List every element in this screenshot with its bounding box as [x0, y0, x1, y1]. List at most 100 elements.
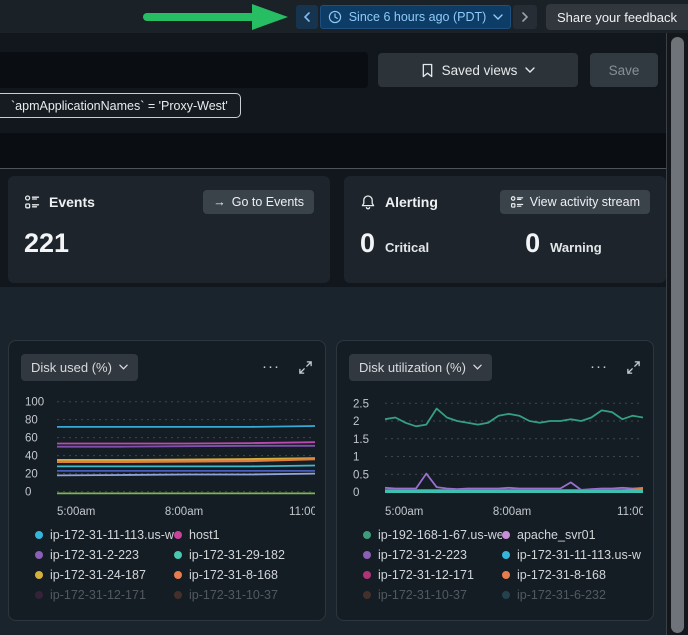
svg-text:0: 0 [353, 487, 359, 499]
svg-text:5:00am: 5:00am [57, 506, 95, 518]
legend-item[interactable]: ip-172-31-2-223 [363, 547, 502, 563]
save-button[interactable]: Save [590, 53, 658, 87]
view-activity-stream-button[interactable]: View activity stream [500, 190, 650, 214]
disk-utilization-chart[interactable]: 00.511.522.55:00am8:00am11:00am [349, 391, 643, 521]
clock-icon [328, 10, 342, 24]
svg-text:100: 100 [25, 397, 44, 409]
chart-line [385, 409, 643, 427]
saved-views-label: Saved views [442, 63, 518, 78]
time-picker-button[interactable]: Since 6 hours ago (PDT) [320, 5, 511, 29]
legend-item[interactable]: ip-172-31-12-171 [35, 587, 174, 603]
filter-pill-text: `apmApplicationNames` = 'Proxy-West' [11, 99, 228, 113]
top-bar: Since 6 hours ago (PDT) Share your feedb… [0, 0, 688, 33]
legend-item[interactable]: ip-172-31-29-182 [174, 547, 313, 563]
widget-options-button[interactable]: ··· [260, 362, 282, 372]
legend-item[interactable]: ip-172-31-11-113.us-we… [35, 527, 174, 543]
chevron-down-icon [525, 67, 535, 73]
disk-used-legend: ip-172-31-11-113.us-we… host1 ip-172-31-2-… [21, 527, 313, 603]
disk-used-chart[interactable]: 0204060801005:00am8:00am11:00am [21, 391, 315, 521]
svg-text:2.5: 2.5 [353, 398, 369, 410]
legend-color-dot [35, 531, 43, 539]
svg-text:5:00am: 5:00am [385, 506, 423, 518]
svg-text:2: 2 [353, 416, 359, 428]
legend-color-dot [35, 571, 43, 579]
legend-color-dot [174, 591, 182, 599]
legend-label: ip-172-31-24-187 [50, 568, 146, 582]
legend-label: ip-172-31-10-37 [378, 588, 467, 602]
vertical-scrollbar-track[interactable] [666, 33, 688, 635]
svg-text:40: 40 [25, 451, 38, 463]
filter-pill[interactable]: `apmApplicationNames` = 'Proxy-West' [0, 93, 241, 118]
svg-text:60: 60 [25, 433, 38, 445]
expand-icon[interactable] [626, 360, 641, 375]
legend-label: ip-192-168-1-67.us-we… [378, 528, 502, 542]
warning-count: 0 [525, 228, 540, 259]
svg-text:0: 0 [25, 487, 31, 499]
chevron-down-icon [119, 364, 128, 370]
critical-label: Critical [385, 240, 429, 255]
disk-utilization-metric-dropdown[interactable]: Disk utilization (%) [349, 354, 492, 381]
annotation-arrow-icon [140, 2, 290, 32]
bookmark-icon [421, 63, 434, 78]
legend-item[interactable]: ip-172-31-8-168 [502, 567, 641, 583]
legend-label: ip-172-31-12-171 [50, 588, 146, 602]
alerting-title: Alerting [385, 194, 438, 210]
disk-utilization-legend: ip-192-168-1-67.us-we…apache_svr01 ip-172… [349, 527, 641, 603]
chart-line [57, 466, 315, 467]
legend-label: ip-172-31-2-223 [378, 548, 467, 562]
legend-item[interactable]: host1 [174, 527, 313, 543]
legend-item[interactable]: ip-172-31-12-171 [363, 567, 502, 583]
arrow-right-icon: → [213, 195, 226, 209]
chart-line [57, 426, 315, 427]
dashboard-screen: Since 6 hours ago (PDT) Share your feedb… [0, 0, 688, 635]
legend-item[interactable]: ip-172-31-6-232 [502, 587, 641, 603]
legend-label: ip-172-31-8-168 [517, 568, 606, 582]
svg-text:11:00am: 11:00am [617, 506, 643, 518]
vertical-scrollbar-thumb[interactable] [671, 37, 684, 633]
expand-icon[interactable] [298, 360, 313, 375]
disk-used-widget: Disk used (%) ··· 0204060801005:00am8:00… [8, 340, 326, 621]
warning-label: Warning [550, 240, 602, 255]
legend-color-dot [363, 551, 371, 559]
disk-used-metric-dropdown[interactable]: Disk used (%) [21, 354, 138, 381]
legend-color-dot [174, 531, 182, 539]
go-to-events-button[interactable]: → Go to Events [203, 190, 314, 214]
svg-text:1: 1 [353, 452, 359, 464]
legend-label: ip-172-31-12-171 [378, 568, 474, 582]
legend-label: ip-172-31-11-113.us-we… [517, 548, 641, 562]
time-range-next-button[interactable] [513, 5, 537, 29]
time-range-previous-button[interactable] [296, 5, 318, 29]
legend-item[interactable]: apache_svr01 [502, 527, 641, 543]
legend-label: ip-172-31-11-113.us-we… [50, 528, 174, 542]
legend-item[interactable]: ip-172-31-2-223 [35, 547, 174, 563]
svg-text:0.5: 0.5 [353, 469, 369, 481]
widget-options-button[interactable]: ··· [588, 362, 610, 372]
saved-views-button[interactable]: Saved views [378, 53, 578, 87]
legend-item[interactable]: ip-172-31-11-113.us-we… [502, 547, 641, 563]
legend-label: host1 [189, 528, 220, 542]
critical-count: 0 [360, 228, 375, 259]
legend-color-dot [363, 591, 371, 599]
legend-item[interactable]: ip-172-31-10-37 [363, 587, 502, 603]
legend-item[interactable]: ip-172-31-8-168 [174, 567, 313, 583]
legend-label: ip-172-31-2-223 [50, 548, 139, 562]
events-title: Events [49, 194, 95, 210]
legend-item[interactable]: ip-192-168-1-67.us-we… [363, 527, 502, 543]
svg-text:8:00am: 8:00am [165, 506, 203, 518]
legend-label: ip-172-31-10-37 [189, 588, 278, 602]
legend-item[interactable]: ip-172-31-10-37 [174, 587, 313, 603]
activity-stream-icon [24, 194, 40, 210]
chart-line [385, 474, 643, 490]
chevron-down-icon [493, 14, 503, 20]
legend-color-dot [363, 531, 371, 539]
legend-color-dot [502, 551, 510, 559]
critical-metric: 0 Critical [360, 228, 429, 259]
svg-text:11:00am: 11:00am [289, 506, 315, 518]
query-search-input[interactable] [0, 52, 368, 88]
legend-color-dot [35, 591, 43, 599]
chart-line [57, 474, 315, 476]
legend-color-dot [502, 591, 510, 599]
share-feedback-button[interactable]: Share your feedback [546, 4, 688, 30]
events-count: 221 [24, 228, 314, 259]
legend-item[interactable]: ip-172-31-24-187 [35, 567, 174, 583]
